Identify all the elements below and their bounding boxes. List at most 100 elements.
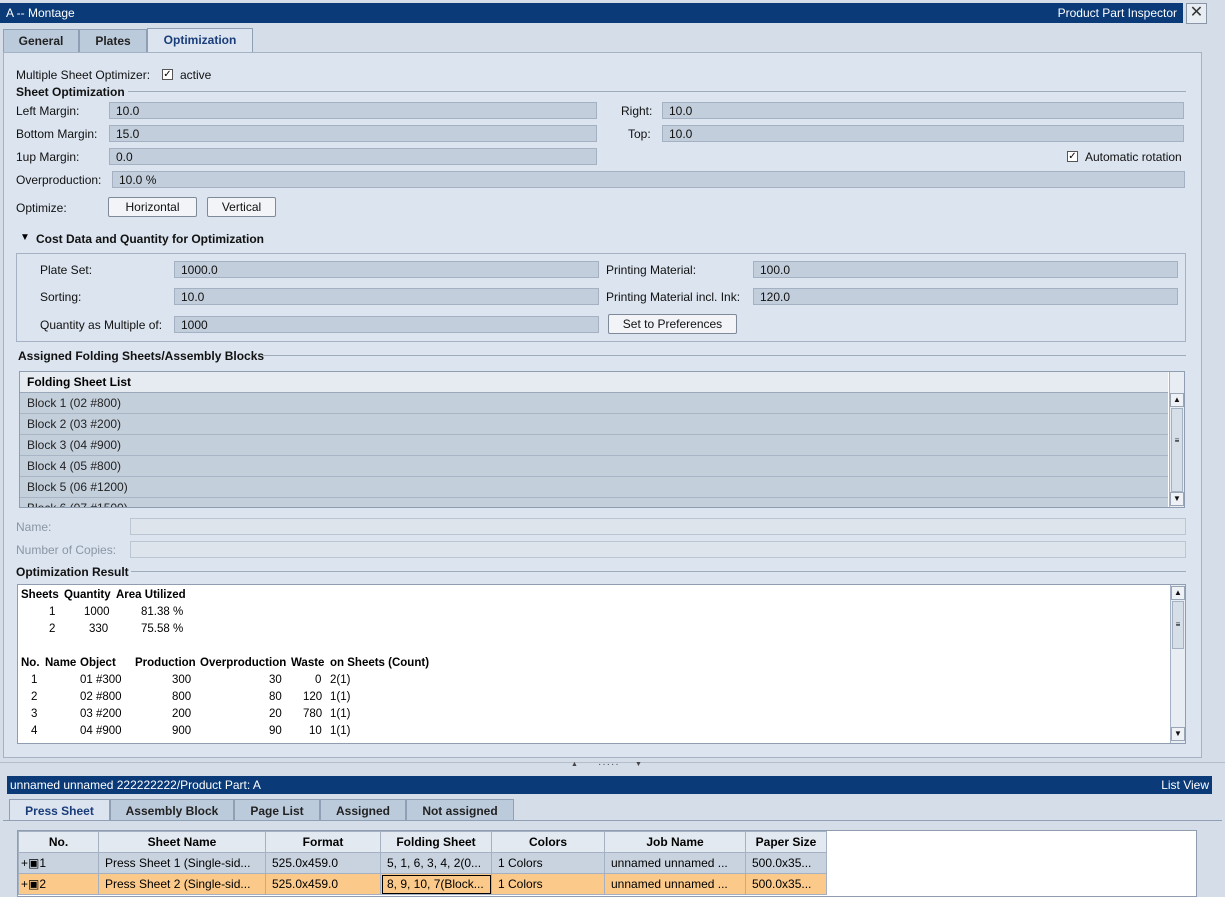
- obj-on-sheets: 1(1): [330, 708, 351, 720]
- overproduction-field[interactable]: 10.0 %: [112, 171, 1185, 188]
- close-icon[interactable]: ✕: [1186, 3, 1207, 24]
- press-sheet-table: No. Sheet Name Format Folding Sheet Colo…: [17, 830, 1197, 897]
- horizontal-button[interactable]: Horizontal: [108, 197, 197, 217]
- result-scrollbar[interactable]: ▲ ≡ ▼: [1170, 585, 1185, 743]
- scroll-down-icon[interactable]: ▼: [1170, 492, 1184, 506]
- printing-material-ink-field[interactable]: 120.0: [753, 288, 1178, 305]
- obj-on-sheets: 1(1): [330, 691, 351, 703]
- left-margin-field[interactable]: 10.0: [109, 102, 597, 119]
- col-folding-sheet[interactable]: Folding Sheet: [380, 831, 492, 853]
- obj-object: 03 #200: [80, 708, 122, 720]
- set-to-preferences-button[interactable]: Set to Preferences: [608, 314, 737, 334]
- printing-material-ink-label: Printing Material incl. Ink:: [606, 290, 741, 304]
- paper-size-cell[interactable]: 500.0x35...: [745, 873, 827, 895]
- obj-waste: 10: [309, 725, 322, 737]
- paper-size-cell[interactable]: 500.0x35...: [745, 852, 827, 874]
- sheet-name-cell[interactable]: Press Sheet 2 (Single-sid...: [98, 873, 266, 895]
- scroll-up-icon[interactable]: ▲: [1170, 393, 1184, 407]
- printing-material-field[interactable]: 100.0: [753, 261, 1178, 278]
- obj-no: 3: [31, 708, 38, 720]
- col-paper-size[interactable]: Paper Size: [745, 831, 827, 853]
- format-cell[interactable]: 525.0x459.0: [265, 873, 381, 895]
- sorting-field[interactable]: 10.0: [174, 288, 599, 305]
- optimization-result-box: Sheets Quantity Area Utilized 1 1000 81.…: [17, 584, 1186, 744]
- tab-page-list[interactable]: Page List: [234, 799, 320, 821]
- obj-production: 200: [172, 708, 192, 720]
- scroll-up-icon[interactable]: ▲: [1171, 586, 1185, 600]
- obj-production: 900: [172, 725, 192, 737]
- format-cell[interactable]: 525.0x459.0: [265, 852, 381, 874]
- tab-plates[interactable]: Plates: [79, 29, 147, 52]
- number-of-copies-field[interactable]: [130, 541, 1186, 558]
- expand-sheet-icon[interactable]: +▣: [21, 877, 39, 891]
- scroll-down-icon[interactable]: ▼: [1171, 727, 1185, 741]
- split-down-icon[interactable]: ▼: [635, 761, 642, 768]
- list-item[interactable]: Block 5 (06 #1200): [20, 477, 1168, 498]
- col-sheet-name[interactable]: Sheet Name: [98, 831, 266, 853]
- job-name-cell[interactable]: unnamed unnamed ...: [604, 852, 746, 874]
- obj-waste: 0: [315, 674, 322, 686]
- col-format[interactable]: Format: [265, 831, 381, 853]
- obj-object: 04 #900: [80, 725, 122, 737]
- tab-optimization[interactable]: Optimization: [147, 28, 253, 53]
- job-name-cell[interactable]: unnamed unnamed ...: [604, 873, 746, 895]
- tab-assembly-block[interactable]: Assembly Block: [110, 799, 234, 821]
- list-item[interactable]: Block 3 (04 #900): [20, 435, 1168, 456]
- quantity-multiple-field[interactable]: 1000: [174, 316, 599, 333]
- list-item[interactable]: Block 6 (07 #1500): [20, 498, 1168, 507]
- result-sheet-no: 1: [49, 606, 56, 618]
- split-handle[interactable]: ▲ ····· ▼: [0, 759, 1225, 771]
- automatic-rotation-checkbox[interactable]: ✓: [1067, 151, 1078, 162]
- vertical-button[interactable]: Vertical: [207, 197, 276, 217]
- sheet-name-cell[interactable]: Press Sheet 1 (Single-sid...: [98, 852, 266, 874]
- colors-cell[interactable]: 1 Colors: [491, 852, 605, 874]
- tab-not-assigned[interactable]: Not assigned: [406, 799, 514, 821]
- tab-assigned[interactable]: Assigned: [320, 799, 406, 821]
- optimization-result-heading: Optimization Result: [16, 565, 129, 579]
- plate-set-label: Plate Set:: [40, 263, 93, 277]
- top-margin-field[interactable]: 10.0: [662, 125, 1184, 142]
- name-field[interactable]: [130, 518, 1186, 535]
- folding-sheet-cell[interactable]: 5, 1, 6, 3, 4, 2(0...: [380, 852, 492, 874]
- right-margin-field[interactable]: 10.0: [662, 102, 1184, 119]
- row-no-cell[interactable]: +▣1: [18, 852, 99, 874]
- table-row[interactable]: +▣2 Press Sheet 2 (Single-sid... 525.0x4…: [18, 873, 827, 895]
- obj-object: 01 #300: [80, 674, 122, 686]
- split-grip-icon[interactable]: ·····: [598, 759, 620, 770]
- tab-press-sheet[interactable]: Press Sheet: [9, 799, 110, 821]
- scroll-thumb[interactable]: ≡: [1172, 601, 1184, 649]
- colors-cell[interactable]: 1 Colors: [491, 873, 605, 895]
- obj-header-overproduction: Overproduction: [200, 657, 287, 669]
- result-header-area: Area Utilized: [116, 589, 186, 601]
- plate-set-field[interactable]: 1000.0: [174, 261, 599, 278]
- col-no[interactable]: No.: [18, 831, 99, 853]
- top-margin-label: Top:: [628, 127, 651, 141]
- folding-sheet-cell[interactable]: 8, 9, 10, 7(Block...: [380, 873, 492, 895]
- row-no: 1: [39, 856, 47, 870]
- table-row[interactable]: +▣1 Press Sheet 1 (Single-sid... 525.0x4…: [18, 852, 827, 874]
- col-colors[interactable]: Colors: [491, 831, 605, 853]
- obj-production: 300: [172, 674, 192, 686]
- scroll-thumb[interactable]: ≡: [1171, 408, 1183, 492]
- list-item[interactable]: Block 4 (05 #800): [20, 456, 1168, 477]
- row-no-cell[interactable]: +▣2: [18, 873, 99, 895]
- section-divider: [128, 91, 1186, 92]
- expand-sheet-icon[interactable]: +▣: [21, 856, 39, 870]
- optimizer-checkbox[interactable]: ✓: [162, 69, 173, 80]
- bottom-margin-field[interactable]: 15.0: [109, 125, 597, 142]
- quantity-multiple-label: Quantity as Multiple of:: [40, 318, 163, 332]
- collapse-triangle-icon[interactable]: ▼: [20, 232, 30, 243]
- list-item[interactable]: Block 1 (02 #800): [20, 393, 1168, 414]
- product-part-bar: unnamed unnamed 222222222/Product Part: …: [7, 776, 1212, 794]
- list-view-label[interactable]: List View: [1161, 778, 1209, 792]
- obj-object: 02 #800: [80, 691, 122, 703]
- result-sheet-qty: 330: [89, 623, 109, 635]
- list-item[interactable]: Block 2 (03 #200): [20, 414, 1168, 435]
- list-scrollbar[interactable]: ▲ ≡ ▼: [1169, 372, 1184, 507]
- folding-sheet-list-header[interactable]: Folding Sheet List: [20, 372, 1168, 393]
- oneup-margin-field[interactable]: 0.0: [109, 148, 597, 165]
- split-up-icon[interactable]: ▲: [571, 761, 578, 768]
- col-job-name[interactable]: Job Name: [604, 831, 746, 853]
- tab-general[interactable]: General: [3, 29, 79, 52]
- obj-header-no: No.: [21, 657, 40, 669]
